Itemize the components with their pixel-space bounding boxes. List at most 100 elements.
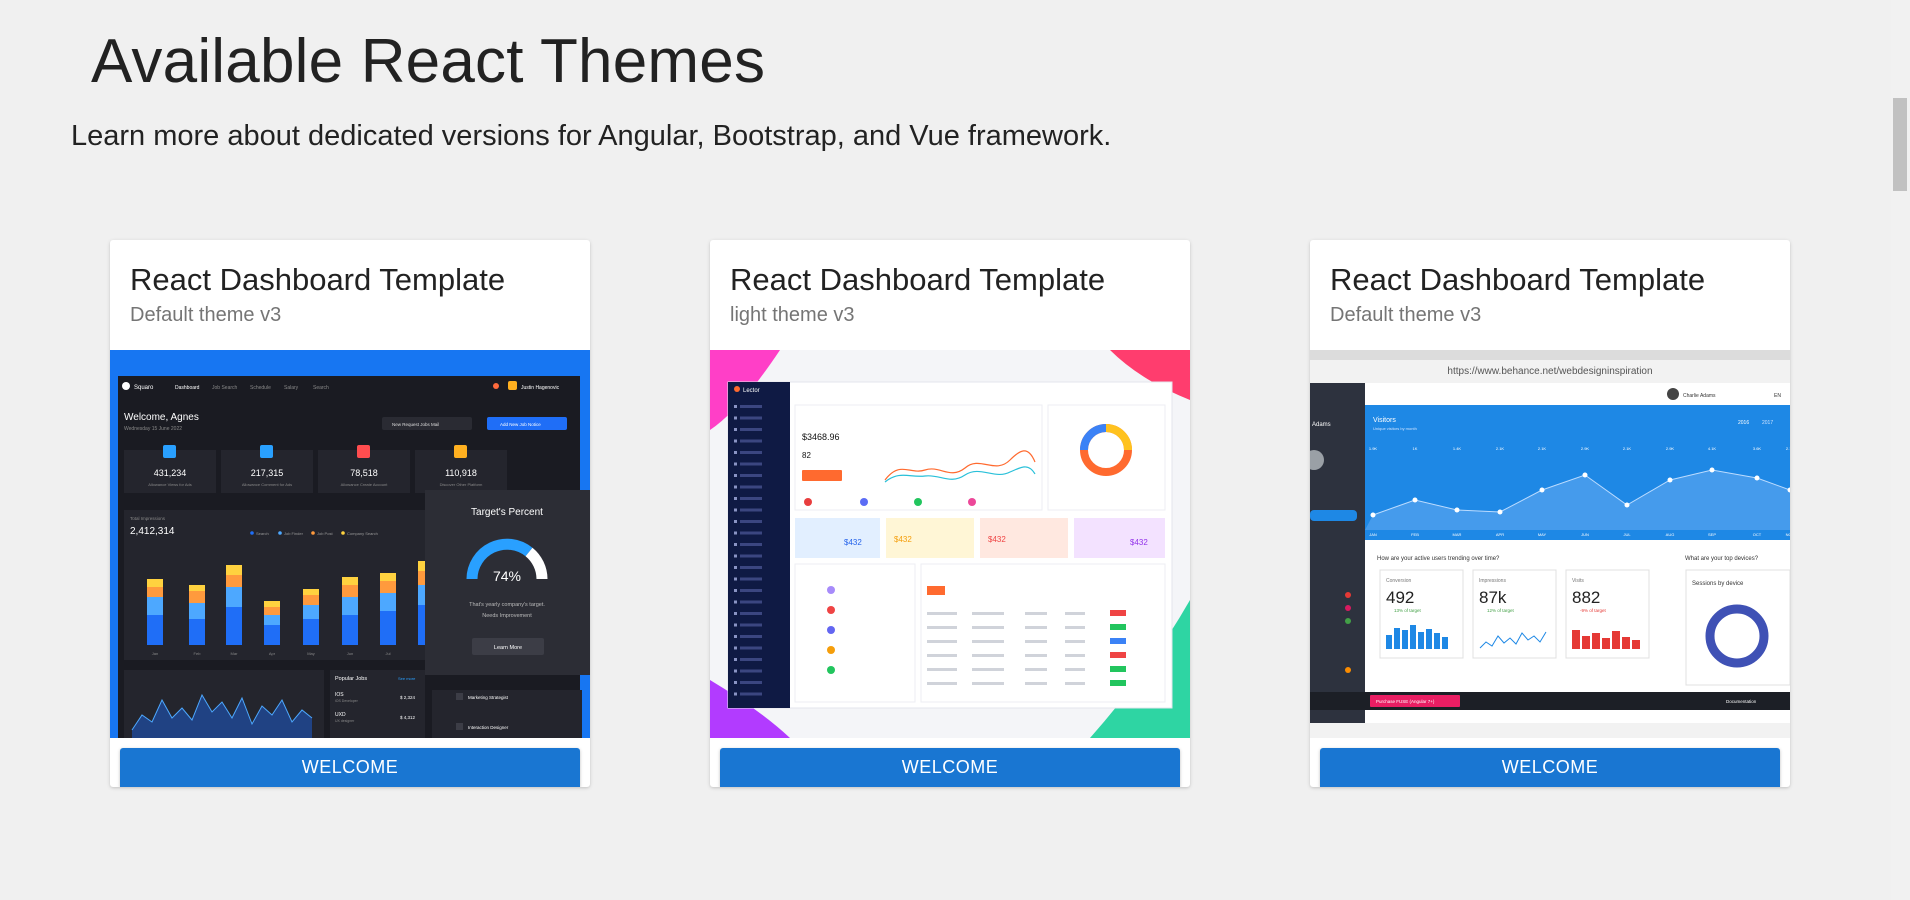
month-label: JUL [1623,532,1631,537]
svg-text:Unique visitors by month: Unique visitors by month [1373,426,1417,431]
card-title: React Dashboard Template [730,262,1106,297]
theme-preview-image[interactable]: Squaro Dashboard Job Search Schedule Sal… [110,350,590,738]
svg-text:$432: $432 [894,535,912,544]
svg-text:$432: $432 [988,535,1006,544]
svg-text:Apr: Apr [269,651,276,656]
welcome-button[interactable]: WELCOME [120,748,580,787]
value-label: 2.9K [1666,446,1675,451]
svg-text:Popular Jobs: Popular Jobs [335,676,367,682]
welcome-button[interactable]: WELCOME [1320,748,1780,787]
svg-text:110,918: 110,918 [445,468,477,478]
svg-text:Search: Search [256,531,269,536]
svg-text:$3468.96: $3468.96 [802,432,840,442]
svg-text:What are your top devices?: What are your top devices? [1685,556,1759,562]
month-label: APR [1496,532,1504,537]
svg-text:882: 882 [1572,588,1600,607]
theme-preview-image[interactable]: https://www.behance.net/webdesigninspira… [1310,350,1790,738]
month-label: SEP [1708,532,1716,537]
svg-text:Interaction Designer: Interaction Designer [468,725,509,730]
svg-text:Jan: Jan [152,651,158,656]
svg-text:New Request Jobs Mail: New Request Jobs Mail [392,422,439,427]
svg-text:Total Impressions: Total Impressions [130,516,166,521]
svg-text:Documentation: Documentation [1726,699,1757,704]
svg-text:492: 492 [1386,588,1414,607]
svg-text:Conversion: Conversion [1386,578,1412,584]
svg-text:-9% of target: -9% of target [1580,608,1607,613]
svg-text:Job Post: Job Post [317,531,333,536]
svg-text:Dashboard: Dashboard [175,385,200,391]
svg-text:Target's Percent: Target's Percent [471,507,543,518]
svg-text:How are your active users tren: How are your active users trending over … [1377,556,1500,562]
svg-text:2,412,314: 2,412,314 [130,526,175,537]
preview-url: https://www.behance.net/webdesigninspira… [1447,366,1652,377]
svg-text:That's yearly company's target: That's yearly company's target. [469,602,545,608]
scrollbar[interactable] [1891,0,1910,900]
month-label: JAN [1369,532,1377,537]
svg-text:Mar: Mar [231,651,239,656]
svg-text:Jun: Jun [347,651,353,656]
svg-text:Discover Other Platform: Discover Other Platform [440,482,483,487]
theme-card[interactable]: React Dashboard Template Default theme v… [110,240,590,787]
month-label: OCT [1753,532,1762,537]
value-label: 3.6K [1753,446,1762,451]
scrollbar-thumb[interactable] [1893,98,1907,191]
svg-text:Schedule: Schedule [250,385,271,391]
preview-welcome: Welcome, Agnes [124,412,199,423]
value-label: 4.1K [1708,446,1717,451]
svg-text:Salary: Salary [284,385,299,391]
svg-text:74%: 74% [493,568,521,584]
svg-text:Purchase FUSE (Angular 7+): Purchase FUSE (Angular 7+) [1376,699,1435,704]
value-label: 1.9K [1369,446,1378,451]
svg-text:Job Search: Job Search [212,385,238,391]
svg-text:Charlie Adams: Charlie Adams [1683,393,1716,399]
card-subtitle: light theme v3 [730,304,855,326]
svg-text:13% of target: 13% of target [1394,608,1422,613]
svg-text:iOS Developer: iOS Developer [335,699,359,703]
month-label: JUN [1581,532,1589,537]
value-label: 2.1K [1538,446,1547,451]
svg-text:$432: $432 [1130,538,1148,547]
svg-text:Impressions: Impressions [1479,578,1506,584]
svg-text:2016: 2016 [1738,420,1749,426]
svg-text:Allowance Create Account: Allowance Create Account [341,482,389,487]
svg-text:Company Search: Company Search [347,531,378,536]
svg-text:Allowance Views for Ads: Allowance Views for Ads [148,482,192,487]
value-label: 2.1K [1496,446,1505,451]
month-label: NOV [1786,532,1790,537]
value-label: 2.1K [1786,446,1790,451]
svg-text:UX designer: UX designer [335,719,355,723]
svg-text:87k: 87k [1479,588,1507,607]
svg-text:Adams: Adams [1312,422,1331,428]
svg-text:Sessions by device: Sessions by device [1692,581,1744,587]
card-subtitle: Default theme v3 [1330,304,1482,326]
card-title: React Dashboard Template [130,262,506,297]
svg-text:Add New Job Notice: Add New Job Notice [500,422,541,427]
svg-text:Feb: Feb [194,651,202,656]
svg-text:$432: $432 [844,538,862,547]
value-label: 2.9K [1581,446,1590,451]
value-label: 1.4K [1453,446,1462,451]
svg-text:Visits: Visits [1572,578,1584,584]
welcome-button[interactable]: WELCOME [720,748,1180,787]
svg-text:Wednesday 15 June 2022: Wednesday 15 June 2022 [124,426,182,432]
value-label: 1K [1413,446,1418,451]
svg-text:EN: EN [1774,393,1781,399]
svg-text:$ 4,312: $ 4,312 [400,715,416,720]
svg-text:Learn More: Learn More [494,645,522,651]
preview-brand: Squaro [134,385,154,391]
svg-text:Marketing Strategist: Marketing Strategist [468,695,509,700]
theme-card[interactable]: React Dashboard Template Default theme v… [1310,240,1790,787]
svg-text:82: 82 [802,451,811,460]
page-subtitle: Learn more about dedicated versions for … [71,120,1112,152]
theme-card[interactable]: React Dashboard Template light theme v3 … [710,240,1190,787]
theme-preview-image[interactable]: Lector $3468.96 82 $432 $432 $432 $432 [710,350,1190,738]
svg-text:Needs Improvement: Needs Improvement [482,613,532,619]
svg-text:UXD: UXD [335,712,346,718]
svg-text:Search: Search [313,385,329,391]
svg-text:431,234: 431,234 [154,468,187,478]
card-title: React Dashboard Template [1330,262,1706,297]
preview-brand: Lector [743,388,760,394]
svg-text:217,315: 217,315 [251,468,284,478]
svg-text:May: May [307,651,315,656]
month-label: AUG [1666,532,1675,537]
